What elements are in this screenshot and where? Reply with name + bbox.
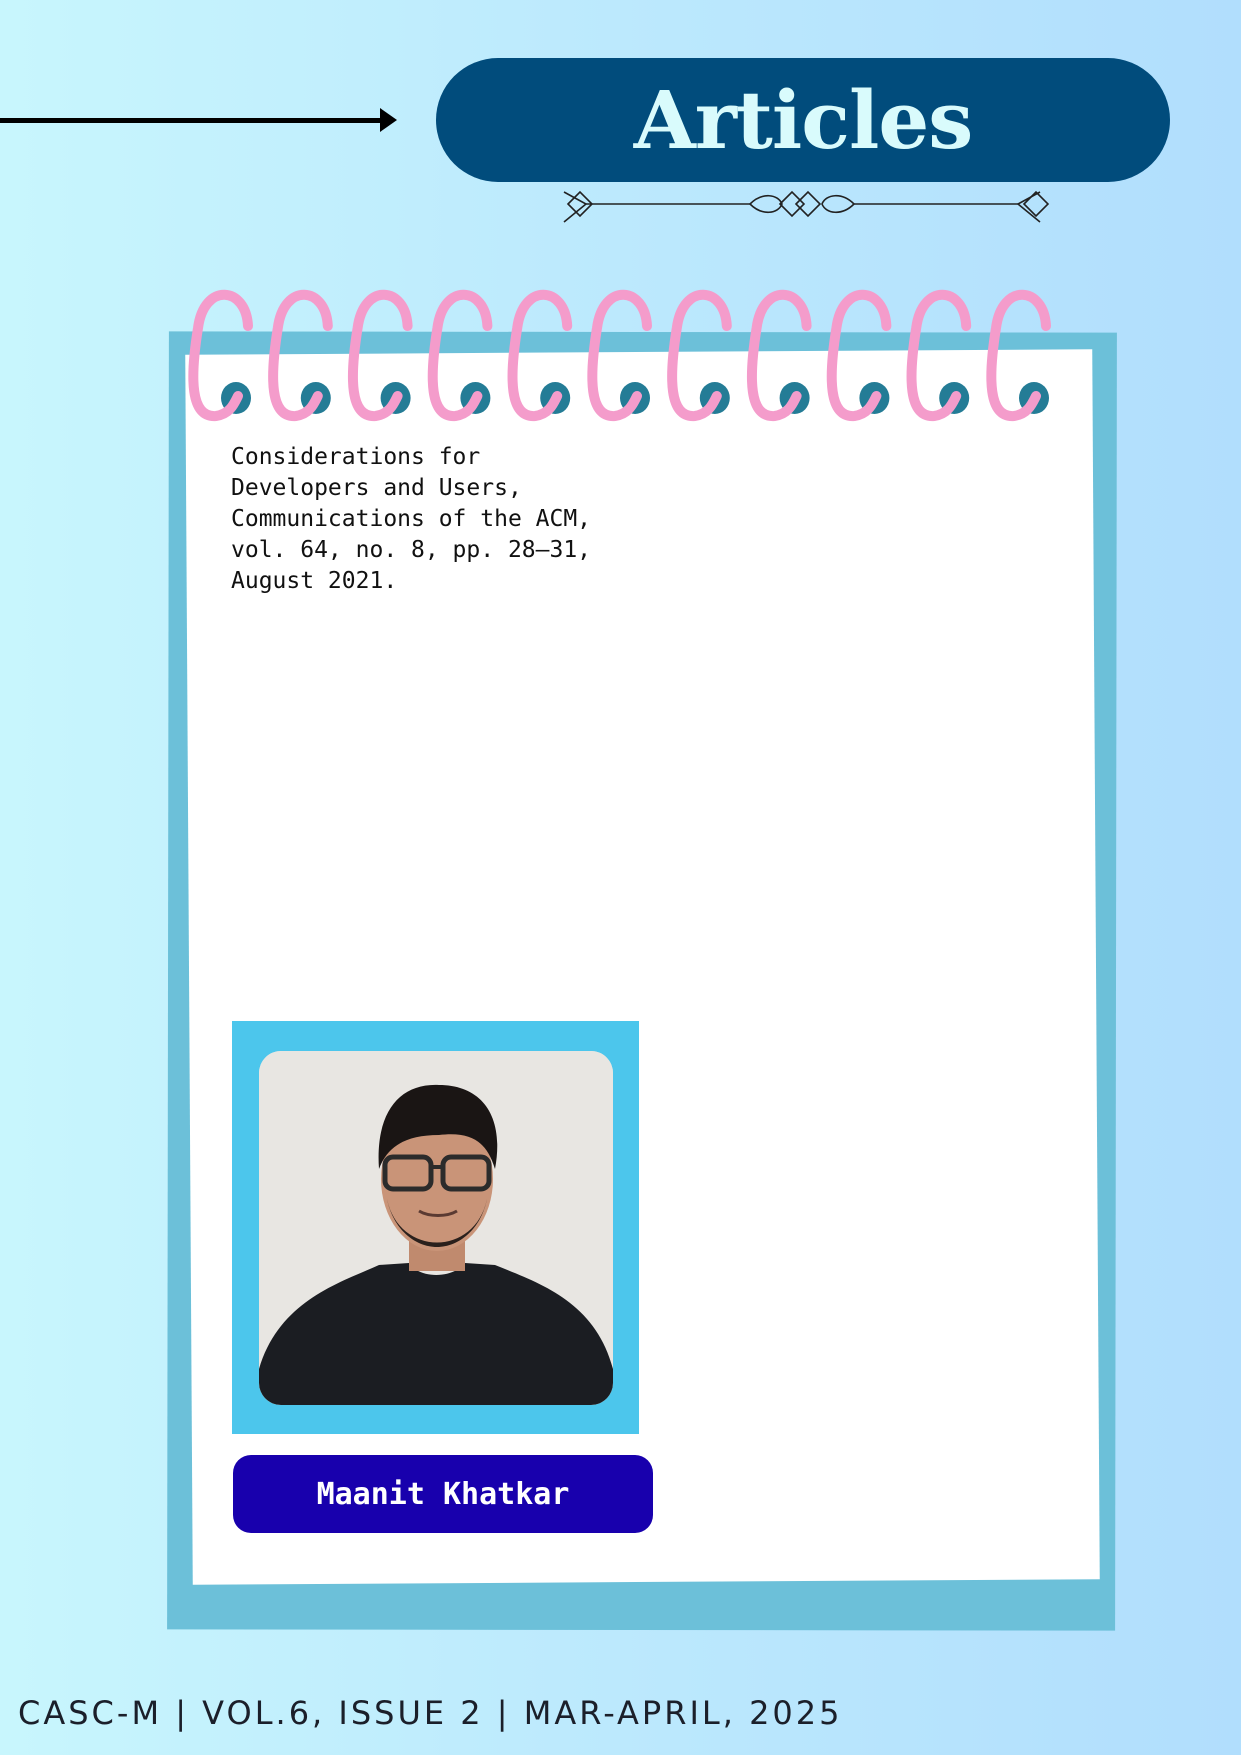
title-banner: Articles [436,58,1170,182]
binding-ring [667,289,732,421]
author-name: Maanit Khatkar [316,1476,570,1512]
binding-ring [347,289,413,421]
article-citation: Considerations for Developers and Users,… [231,444,592,594]
author-photo-frame [232,1021,639,1434]
spiral-binding-icon [188,289,1051,421]
binding-ring [986,289,1051,421]
decorative-divider-icon [563,190,1050,223]
binding-ring [427,289,493,421]
binding-ring [587,289,652,421]
author-photo [259,1051,613,1405]
author-name-badge: Maanit Khatkar [233,1455,653,1533]
binding-ring [906,289,972,421]
footer-issue-info: CASC-M | VOL.6, ISSUE 2 | MAR-APRIL, 202… [18,1694,843,1732]
arrow-line [0,118,384,123]
binding-ring [188,289,253,421]
binding-ring [268,289,333,421]
binding-ring [826,289,892,421]
page-title: Articles [633,73,974,167]
binding-ring [746,289,812,421]
binding-ring [507,289,573,421]
arrow-right-icon [380,108,397,132]
